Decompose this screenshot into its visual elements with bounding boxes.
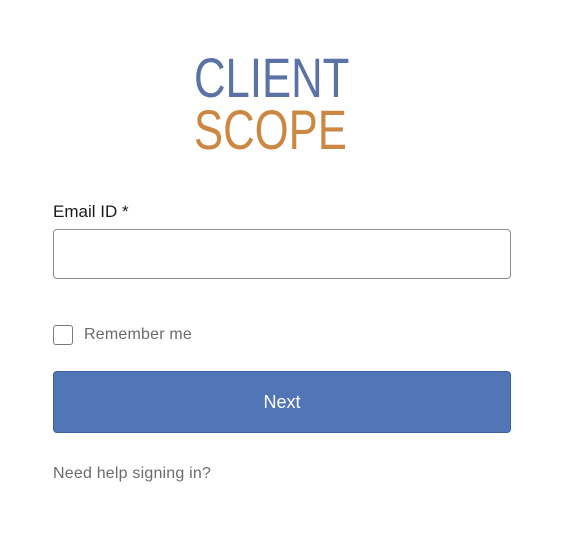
remember-me-row: Remember me (53, 325, 192, 345)
remember-me-label[interactable]: Remember me (84, 326, 192, 344)
login-page: CLIENT SCOPE Email ID * Remember me Next… (0, 0, 564, 544)
client-scope-logo: CLIENT SCOPE (194, 46, 374, 161)
email-field[interactable] (53, 229, 511, 279)
remember-me-checkbox[interactable] (53, 325, 73, 345)
logo-line-scope: SCOPE (194, 98, 347, 161)
email-label: Email ID * (53, 202, 129, 221)
help-signing-in-link[interactable]: Need help signing in? (53, 465, 211, 483)
next-button[interactable]: Next (53, 371, 511, 433)
logo-line-client: CLIENT (194, 46, 350, 109)
